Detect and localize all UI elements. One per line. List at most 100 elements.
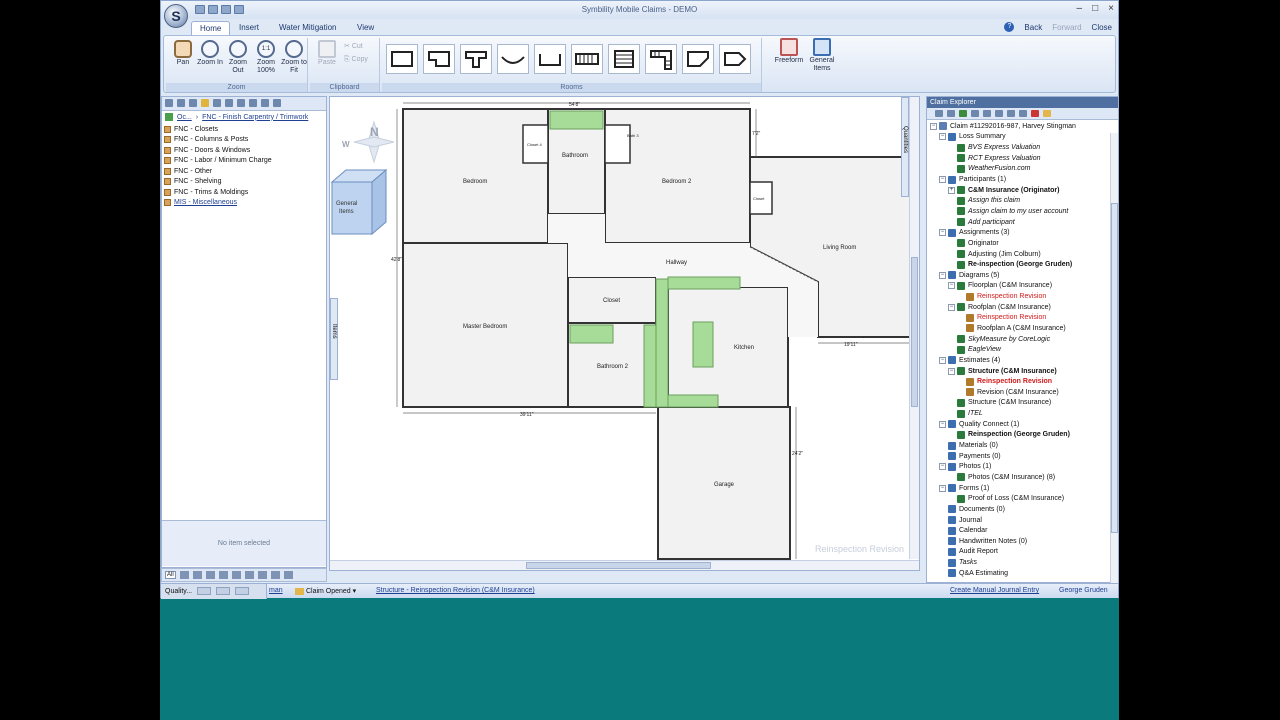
room-shape-open-rect[interactable] [534,44,566,74]
breadcrumb-root[interactable]: Oc... [177,114,192,121]
list-icon[interactable] [225,99,233,107]
tree-node[interactable]: Reinspection Revision [930,291,1118,302]
tree-node[interactable]: Structure (C&M Insurance) [930,398,1118,409]
tree-node[interactable]: Q&A Estimating [930,568,1118,579]
expand-icon[interactable] [283,571,293,579]
tree-node[interactable]: Calendar [930,525,1118,536]
edit-icon[interactable] [935,110,943,117]
delete-icon[interactable] [270,571,280,579]
room-shape-l-stairs[interactable] [645,44,677,74]
room-shape-pentagon[interactable] [719,44,751,74]
tree-node[interactable]: WeatherFusion.com [930,164,1118,175]
collapse-icon[interactable]: − [939,133,946,141]
link-icon[interactable] [244,571,254,579]
tab-insert[interactable]: Insert [231,21,267,35]
vertical-scrollbar[interactable] [909,97,919,559]
tab-home[interactable]: Home [191,21,231,35]
cut-button[interactable]: ✂ Cut [344,42,363,50]
tree-node[interactable]: Reinspection Revision [930,313,1118,324]
binoculars-icon[interactable] [165,99,173,107]
tools-icon[interactable] [273,99,281,107]
room-shape-stairs-box[interactable] [608,44,640,74]
tree-node[interactable]: Roofplan A (C&M Insurance) [930,323,1118,334]
star-icon[interactable] [201,99,209,107]
general-items-button[interactable]: General Items [806,38,838,73]
horizontal-scroll-thumb[interactable] [526,562,711,569]
forward-button[interactable]: Forward [1052,23,1081,32]
list-item[interactable]: FNC - Doors & Windows [164,145,324,156]
close-window-icon[interactable]: × [1108,3,1114,14]
tree-node[interactable]: Payments (0) [930,451,1118,462]
quantities-side-tab[interactable]: Quantities [901,97,909,197]
tree-node[interactable]: − Diagrams (5) [930,270,1118,281]
general-items-box[interactable]: General Items [330,168,388,236]
add-icon[interactable] [179,571,189,579]
claim-state-dropdown[interactable]: Claim Opened ▾ [295,587,356,595]
copy-icon[interactable] [192,571,202,579]
help-icon[interactable]: ? [1004,22,1015,32]
create-journal-link[interactable]: Create Manual Journal Entry [950,587,1039,594]
breadcrumb-current[interactable]: FNC - Finish Carpentry / Trimwork [202,114,308,121]
restore-icon[interactable] [197,587,212,595]
expand-icon[interactable]: + [948,186,955,194]
collapse-icon[interactable]: − [939,176,946,184]
user-link-fragment[interactable]: man [269,587,283,594]
room-shape-rectangle[interactable] [386,44,418,74]
floorplan-drawing[interactable]: N W General Items Bedroom Closet 4 Bathr… [330,97,921,572]
room-shape-corner[interactable] [682,44,714,74]
tree-node[interactable]: Documents (0) [930,504,1118,515]
tree-node[interactable]: Assign claim to my user account [930,206,1118,217]
edit-icon[interactable] [231,571,241,579]
grid-view-icon[interactable] [218,571,228,579]
quality-taskbar-item[interactable]: Quality... [161,584,267,599]
room-shape-curve[interactable] [497,44,529,74]
tree-node[interactable]: Re-inspection (George Gruden) [930,259,1118,270]
all-filter-button[interactable]: All [165,571,176,579]
hammer-icon[interactable] [261,99,269,107]
database-icon[interactable] [189,99,197,107]
tree-node[interactable]: Audit Report [930,547,1118,558]
zoom-out-button[interactable]: Zoom Out [225,40,251,75]
list-item[interactable]: FNC - Labor / Minimum Charge [164,156,324,167]
tree-node[interactable]: − Roofplan (C&M Insurance) [930,302,1118,313]
maximize-icon[interactable]: □ [1092,3,1098,14]
tree-node[interactable]: Assign this claim [930,195,1118,206]
tree-node[interactable]: RCT Express Valuation [930,153,1118,164]
room-shape-notched[interactable] [423,44,455,74]
cube-icon[interactable] [213,99,221,107]
list-item[interactable]: FNC - Shelving [164,177,324,188]
tree-node[interactable]: − Assignments (3) [930,227,1118,238]
collapse-icon[interactable]: − [930,122,937,130]
items-side-tab[interactable]: Items [330,298,338,380]
tree-node[interactable]: Adjusting (Jim Colburn) [930,249,1118,260]
claim-explorer-scroll-thumb[interactable] [1111,203,1118,533]
tree-node[interactable]: Photos (C&M Insurance) (8) [930,472,1118,483]
tree-node[interactable]: Revision (C&M Insurance) [930,387,1118,398]
tree-node[interactable]: Reinspection Revision [930,376,1118,387]
collapse-icon[interactable]: − [939,420,946,428]
pan-button[interactable]: Pan [170,40,196,67]
pin-icon[interactable] [249,99,257,107]
clear-icon[interactable] [257,571,267,579]
tree-node[interactable]: − Estimates (4) [930,355,1118,366]
list-item[interactable]: FNC - Other [164,166,324,177]
tree-node[interactable]: − Forms (1) [930,483,1118,494]
collapse-icon[interactable]: − [939,356,946,364]
tab-water-mitigation[interactable]: Water Mitigation [271,21,345,35]
close-icon[interactable] [1031,110,1039,117]
back-button[interactable]: Back [1024,23,1042,32]
tree-node[interactable]: − Photos (1) [930,462,1118,473]
list-item[interactable]: FNC - Columns & Posts [164,135,324,146]
tree-node[interactable]: + C&M Insurance (Originator) [930,185,1118,196]
refresh-icon[interactable] [971,110,979,117]
room-shape-t[interactable] [460,44,492,74]
tree-node[interactable]: − Participants (1) [930,174,1118,185]
tree-node[interactable]: Tasks [930,557,1118,568]
tree-node[interactable]: − Floorplan (C&M Insurance) [930,281,1118,292]
tab-view[interactable]: View [349,21,382,35]
print-icon[interactable] [995,110,1003,117]
app-menu-button[interactable]: S [164,4,188,28]
collapse-icon[interactable]: − [948,282,955,290]
folder-icon[interactable] [1043,110,1051,117]
cart-icon[interactable] [237,99,245,107]
